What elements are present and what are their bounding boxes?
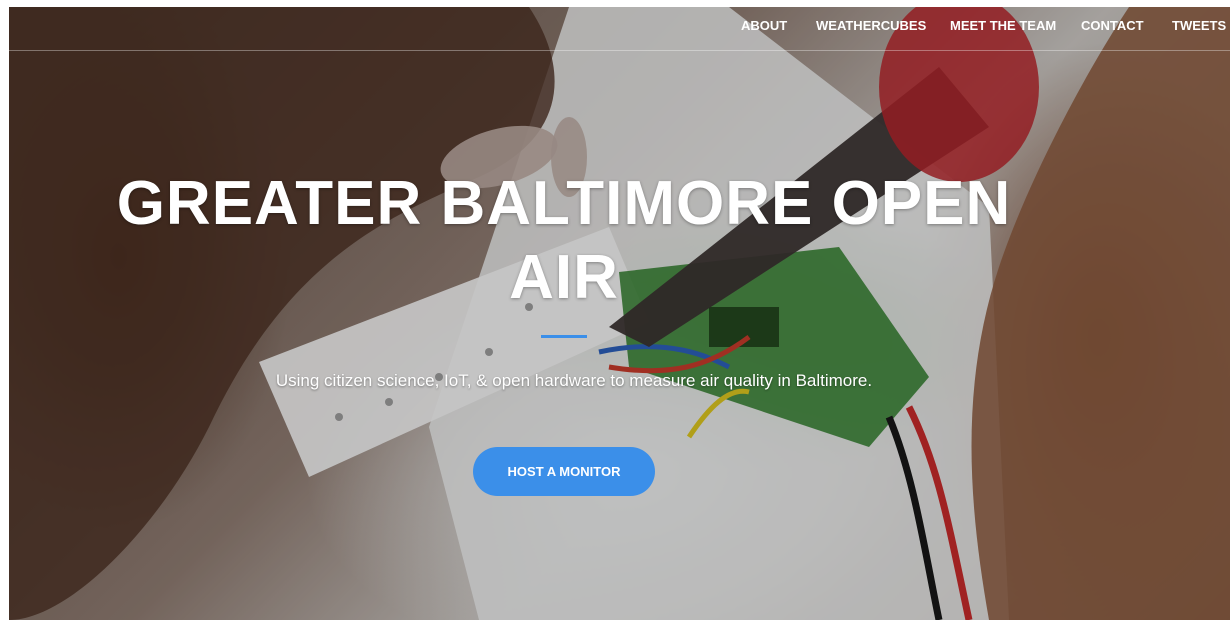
top-navigation: ABOUT WEATHERCUBES MEET THE TEAM CONTACT… [9,7,1230,51]
nav-item-about[interactable]: ABOUT [741,18,787,33]
host-a-monitor-button[interactable]: HOST A MONITOR [473,447,655,496]
nav-item-weathercubes[interactable]: WEATHERCUBES [816,18,926,33]
nav-item-meet-the-team[interactable]: MEET THE TEAM [950,18,1056,33]
nav-item-contact[interactable]: CONTACT [1081,18,1144,33]
nav-item-tweets[interactable]: TWEETS [1172,18,1226,33]
title-divider [541,335,587,338]
hero-subtitle: Using citizen science, IoT, & open hardw… [275,371,873,390]
hero-section: ABOUT WEATHERCUBES MEET THE TEAM CONTACT… [9,7,1230,620]
page-title: GREATER BALTIMORE OPEN AIR [116,169,1012,312]
